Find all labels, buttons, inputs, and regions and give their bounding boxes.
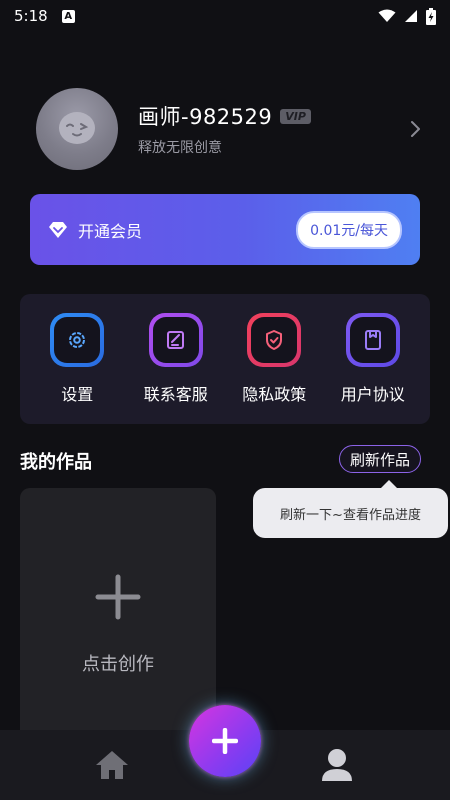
menu-icon-inner — [152, 317, 199, 363]
menu-icon-frame — [50, 313, 105, 367]
wifi-icon — [378, 9, 396, 22]
works-title: 我的作品 — [20, 452, 92, 473]
menu-icon-inner — [54, 317, 101, 363]
menu-label-settings: 设置 — [61, 385, 94, 404]
accessibility-icon: A — [61, 9, 75, 23]
signal-icon — [405, 10, 417, 22]
menu-icon-inner — [251, 317, 298, 363]
menu-label-privacy: 隐私政策 — [242, 385, 307, 404]
plus-icon — [95, 574, 141, 620]
chevron-right-icon[interactable] — [410, 120, 422, 138]
menu-item-privacy[interactable]: 隐私政策 — [225, 313, 323, 405]
profile-info: 画师-982529 VIP 释放无限创意 — [138, 101, 311, 157]
menu-item-support[interactable]: 联系客服 — [127, 313, 225, 405]
user-icon[interactable] — [321, 748, 353, 782]
gear-icon — [69, 332, 86, 348]
refresh-works-button[interactable]: 刷新作品 — [339, 445, 422, 473]
menu-icon-frame — [345, 313, 400, 367]
avatar-face-icon — [59, 112, 95, 144]
menu-card: 设置 联系客服 隐私政策 用户协议 — [20, 294, 430, 424]
diamond-icon — [49, 221, 67, 238]
refresh-tooltip: 刷新一下~查看作品进度 — [253, 480, 448, 538]
menu-icon-frame — [247, 313, 302, 367]
shield-check-icon — [266, 330, 283, 350]
menu-item-agreement[interactable]: 用户协议 — [324, 313, 422, 405]
plus-icon — [212, 728, 238, 754]
document-icon — [364, 330, 381, 350]
battery-charging-icon — [426, 7, 436, 25]
status-bar: 5:18 A — [0, 0, 450, 32]
avatar[interactable] — [36, 88, 118, 170]
edit-note-icon — [166, 331, 184, 349]
profile-header[interactable]: 画师-982529 VIP 释放无限创意 — [36, 88, 426, 170]
profile-name: 画师-982529 — [138, 105, 273, 129]
menu-label-support: 联系客服 — [143, 385, 208, 404]
status-time: 5:18 — [14, 7, 48, 25]
menu-icon-inner — [349, 317, 396, 363]
vip-label: 开通会员 — [78, 221, 143, 241]
vip-price-button[interactable]: 0.01元/每天 — [296, 210, 402, 249]
profile-slogan: 释放无限创意 — [138, 140, 222, 156]
menu-item-settings[interactable]: 设置 — [28, 313, 126, 405]
create-fab-button[interactable] — [189, 705, 261, 777]
status-icons — [378, 7, 436, 25]
profile-name-row: 画师-982529 VIP — [138, 101, 311, 131]
create-card[interactable]: 点击创作 — [20, 488, 216, 748]
menu-icon-frame — [148, 313, 203, 367]
home-icon[interactable] — [95, 750, 129, 780]
vip-banner[interactable]: 开通会员 0.01元/每天 — [30, 194, 420, 265]
create-label: 点击创作 — [82, 654, 154, 675]
menu-label-agreement: 用户协议 — [340, 385, 405, 404]
vip-badge: VIP — [280, 108, 311, 124]
